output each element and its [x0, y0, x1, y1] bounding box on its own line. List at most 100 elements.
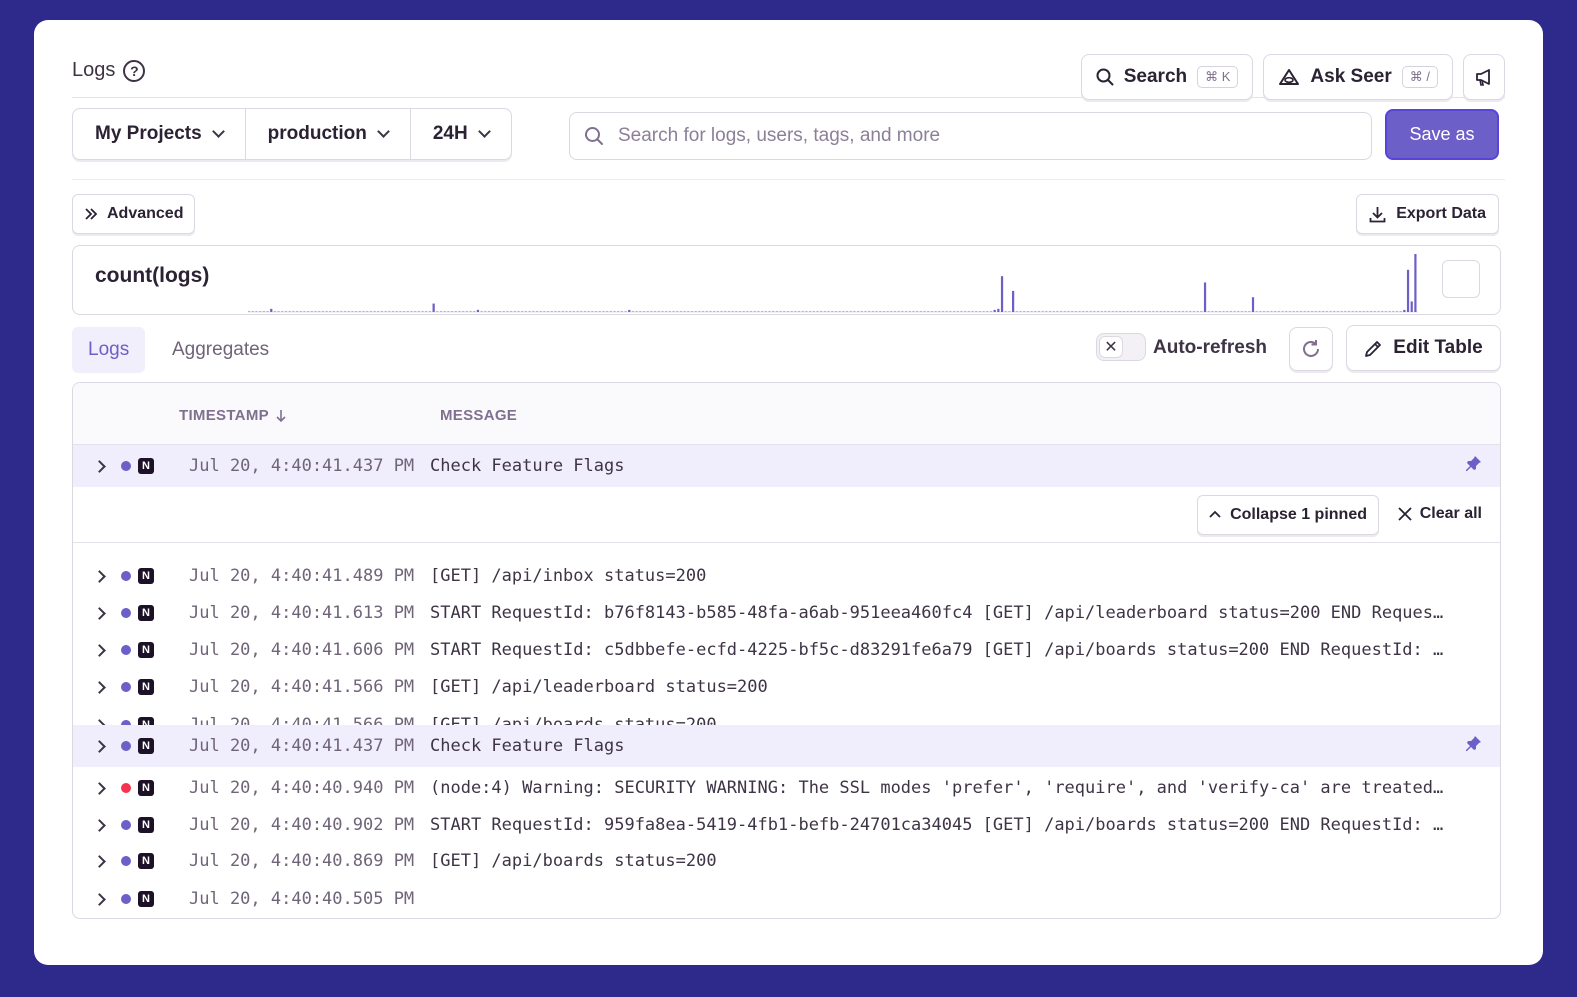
chart-bar[interactable]	[532, 310, 535, 312]
chart-bar[interactable]	[1119, 310, 1122, 312]
chart-bar[interactable]	[1222, 310, 1225, 312]
chart-bar[interactable]	[934, 310, 937, 312]
chart-bar[interactable]	[255, 310, 258, 312]
chart-bar[interactable]	[292, 310, 295, 312]
chart-bar[interactable]	[351, 310, 354, 312]
chart-bar[interactable]	[1107, 310, 1111, 312]
chart-bar[interactable]	[443, 310, 446, 312]
chart-bar[interactable]	[1233, 310, 1236, 312]
chart-bar[interactable]	[834, 310, 838, 312]
chart-bar[interactable]	[325, 310, 328, 312]
chart-bar[interactable]	[1303, 310, 1306, 312]
chart-bar[interactable]	[1111, 310, 1114, 312]
chart-bar[interactable]	[388, 310, 391, 312]
chart-bar[interactable]	[635, 310, 638, 312]
chart-bar[interactable]	[580, 310, 583, 312]
chart-bar[interactable]	[377, 310, 380, 312]
chart-bar[interactable]	[384, 310, 387, 312]
chart-bar[interactable]	[1096, 310, 1100, 312]
chart-bar[interactable]	[860, 310, 863, 312]
chart-bar[interactable]	[978, 310, 981, 312]
chart-bar[interactable]	[1137, 310, 1140, 312]
chart-bar[interactable]	[687, 310, 690, 312]
chart-bar[interactable]	[1325, 310, 1328, 312]
chart-bar[interactable]	[679, 310, 683, 312]
chart-bar[interactable]	[262, 310, 265, 312]
chart-bar[interactable]	[554, 310, 557, 312]
chart-bar[interactable]	[705, 310, 708, 312]
chart-bar[interactable]	[701, 310, 705, 312]
chart-bar[interactable]	[535, 310, 539, 312]
date-range-selector[interactable]: 24H	[411, 109, 511, 159]
table-row[interactable]: N Jul 20, 4:40:41.489 PM [GET] /api/inbo…	[73, 557, 1500, 595]
chart-bar[interactable]	[875, 310, 878, 312]
chart-bar[interactable]	[724, 310, 727, 312]
chart-bar[interactable]	[1041, 310, 1044, 312]
chart-bar[interactable]	[912, 310, 915, 312]
chart-bar[interactable]	[1078, 310, 1081, 312]
chart-bar[interactable]	[989, 310, 993, 312]
chart-bar[interactable]	[436, 310, 439, 312]
chart-bar[interactable]	[414, 310, 417, 312]
chart-bar[interactable]	[1144, 310, 1148, 312]
chart-bar[interactable]	[561, 310, 564, 312]
chart-bar[interactable]	[395, 310, 398, 312]
export-data-button[interactable]: Export Data	[1356, 194, 1499, 234]
chart-bar[interactable]	[1215, 310, 1218, 312]
chart-bar[interactable]	[1244, 310, 1247, 312]
chart-bar[interactable]	[628, 309, 631, 312]
chart-bar[interactable]	[583, 310, 587, 312]
chart-bar[interactable]	[775, 310, 778, 312]
chart-bar[interactable]	[403, 310, 406, 312]
tab-logs[interactable]: Logs	[72, 327, 146, 373]
chart-bar[interactable]	[757, 310, 760, 312]
chart-bar[interactable]	[790, 310, 793, 312]
chart-bar[interactable]	[506, 310, 509, 312]
chart-bar[interactable]	[1141, 310, 1144, 312]
chart-bar[interactable]	[1226, 310, 1229, 312]
chart-bar[interactable]	[572, 310, 575, 312]
chart-bar[interactable]	[1181, 310, 1184, 312]
chart-bar[interactable]	[266, 310, 269, 312]
chart-bar[interactable]	[1395, 310, 1399, 312]
chart-bar[interactable]	[1004, 310, 1007, 312]
chart-bar[interactable]	[639, 310, 642, 312]
advanced-toggle-button[interactable]: Advanced	[72, 194, 196, 234]
chevron-right-icon[interactable]	[93, 606, 106, 620]
chart-bar[interactable]	[1048, 310, 1052, 312]
chart-bar[interactable]	[558, 310, 561, 312]
chart-bar[interactable]	[786, 310, 790, 312]
chart-bar[interactable]	[307, 310, 310, 312]
chart-bar[interactable]	[823, 310, 826, 312]
chart-bar[interactable]	[528, 310, 531, 312]
table-row[interactable]: N Jul 20, 4:40:40.902 PM START RequestId…	[73, 806, 1500, 844]
chart-bar[interactable]	[606, 310, 609, 312]
chart-bar[interactable]	[1174, 310, 1177, 312]
chevron-right-icon[interactable]	[93, 569, 106, 583]
chart-bar[interactable]	[986, 310, 989, 312]
chart-bar[interactable]	[510, 310, 513, 312]
chart-bar[interactable]	[1093, 310, 1096, 312]
chart-bar[interactable]	[1285, 310, 1288, 312]
edit-table-button[interactable]: Edit Table	[1346, 325, 1501, 371]
log-search-input[interactable]	[618, 125, 1318, 147]
chart-bar[interactable]	[1347, 310, 1351, 312]
chevron-right-icon[interactable]	[93, 892, 106, 906]
chart-bar[interactable]	[1366, 310, 1369, 312]
chart-bar[interactable]	[539, 310, 542, 312]
chart-bar[interactable]	[1274, 310, 1277, 312]
save-as-button[interactable]: Save as	[1385, 109, 1499, 160]
chart-bar[interactable]	[864, 310, 867, 312]
chart-bar[interactable]	[295, 310, 299, 312]
table-row[interactable]: N Jul 20, 4:40:41.566 PM [GET] /api/lead…	[73, 668, 1500, 706]
chart-bar[interactable]	[454, 310, 457, 312]
chart-bar[interactable]	[1052, 310, 1055, 312]
chart-bar[interactable]	[1336, 310, 1340, 312]
chart-bar[interactable]	[1059, 310, 1063, 312]
chart-bar[interactable]	[1370, 310, 1373, 312]
chart-bar[interactable]	[1159, 310, 1162, 312]
chevron-right-icon[interactable]	[93, 854, 106, 868]
chart-bar[interactable]	[1196, 310, 1199, 312]
chart-bar[interactable]	[336, 310, 339, 312]
chart-bar[interactable]	[1082, 310, 1085, 312]
